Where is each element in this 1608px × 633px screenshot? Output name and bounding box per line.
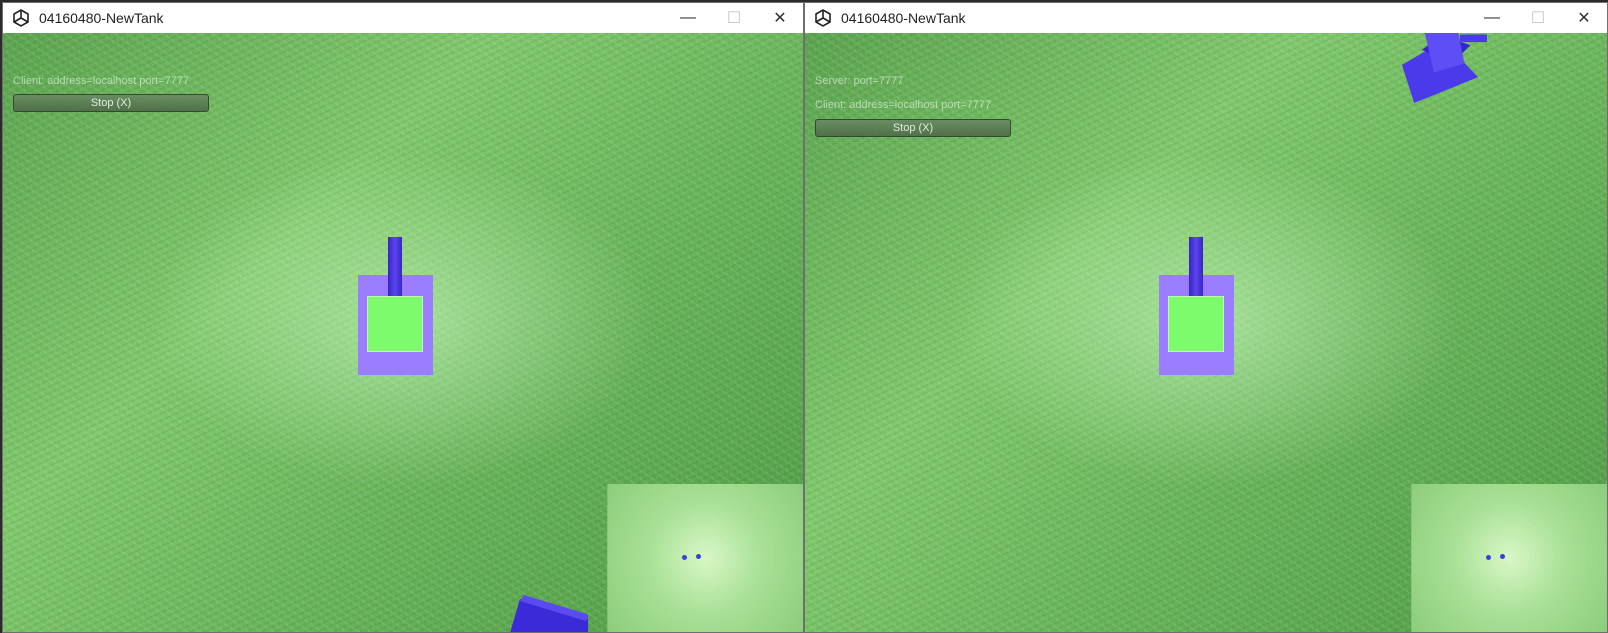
game-viewport[interactable]: Client: address=localhost port=7777 Stop… <box>3 33 803 632</box>
tank-barrel <box>388 237 402 299</box>
remote-tank <box>510 595 588 632</box>
minimize-button[interactable]: — <box>665 3 711 33</box>
game-window-client: 04160480-NewTank — ☐ ✕ Client: address=l… <box>2 2 804 633</box>
maximize-button[interactable]: ☐ <box>1515 3 1561 33</box>
connection-status: Client: address=localhost port=7777 <box>13 75 190 87</box>
maximize-icon: ☐ <box>1530 10 1546 27</box>
unity-icon <box>813 8 833 28</box>
minimap <box>1411 484 1607 632</box>
tank-turret <box>367 296 423 352</box>
title-bar[interactable]: 04160480-NewTank — ☐ ✕ <box>805 3 1607 33</box>
player-tank <box>358 237 433 375</box>
close-icon: ✕ <box>773 10 787 27</box>
window-title: 04160480-NewTank <box>39 10 164 26</box>
minimize-icon: — <box>1484 9 1500 26</box>
minimap-enemy-marker <box>1500 554 1505 559</box>
close-button[interactable]: ✕ <box>1561 3 1607 33</box>
remote-tank <box>1402 33 1487 103</box>
game-window-host: 04160480-NewTank — ☐ ✕ Server: port=7777… <box>804 2 1608 633</box>
minimize-icon: — <box>680 9 696 26</box>
minimize-button[interactable]: — <box>1469 3 1515 33</box>
player-tank <box>1159 237 1234 375</box>
minimap <box>607 484 803 632</box>
game-viewport[interactable]: Server: port=7777 Client: address=localh… <box>805 33 1607 632</box>
maximize-button[interactable]: ☐ <box>711 3 757 33</box>
close-button[interactable]: ✕ <box>757 3 803 33</box>
server-status: Server: port=7777 <box>815 75 904 87</box>
close-icon: ✕ <box>1577 10 1591 27</box>
minimap-player-marker <box>682 555 687 560</box>
connection-status: Client: address=localhost port=7777 <box>815 99 992 111</box>
tank-barrel <box>1189 237 1203 299</box>
minimap-enemy-marker <box>696 554 701 559</box>
title-bar[interactable]: 04160480-NewTank — ☐ ✕ <box>3 3 803 33</box>
maximize-icon: ☐ <box>726 10 742 27</box>
tank-turret <box>1168 296 1224 352</box>
stop-button[interactable]: Stop (X) <box>13 94 209 112</box>
unity-icon <box>11 8 31 28</box>
window-title: 04160480-NewTank <box>841 10 966 26</box>
minimap-player-marker <box>1486 555 1491 560</box>
stop-button[interactable]: Stop (X) <box>815 119 1011 137</box>
